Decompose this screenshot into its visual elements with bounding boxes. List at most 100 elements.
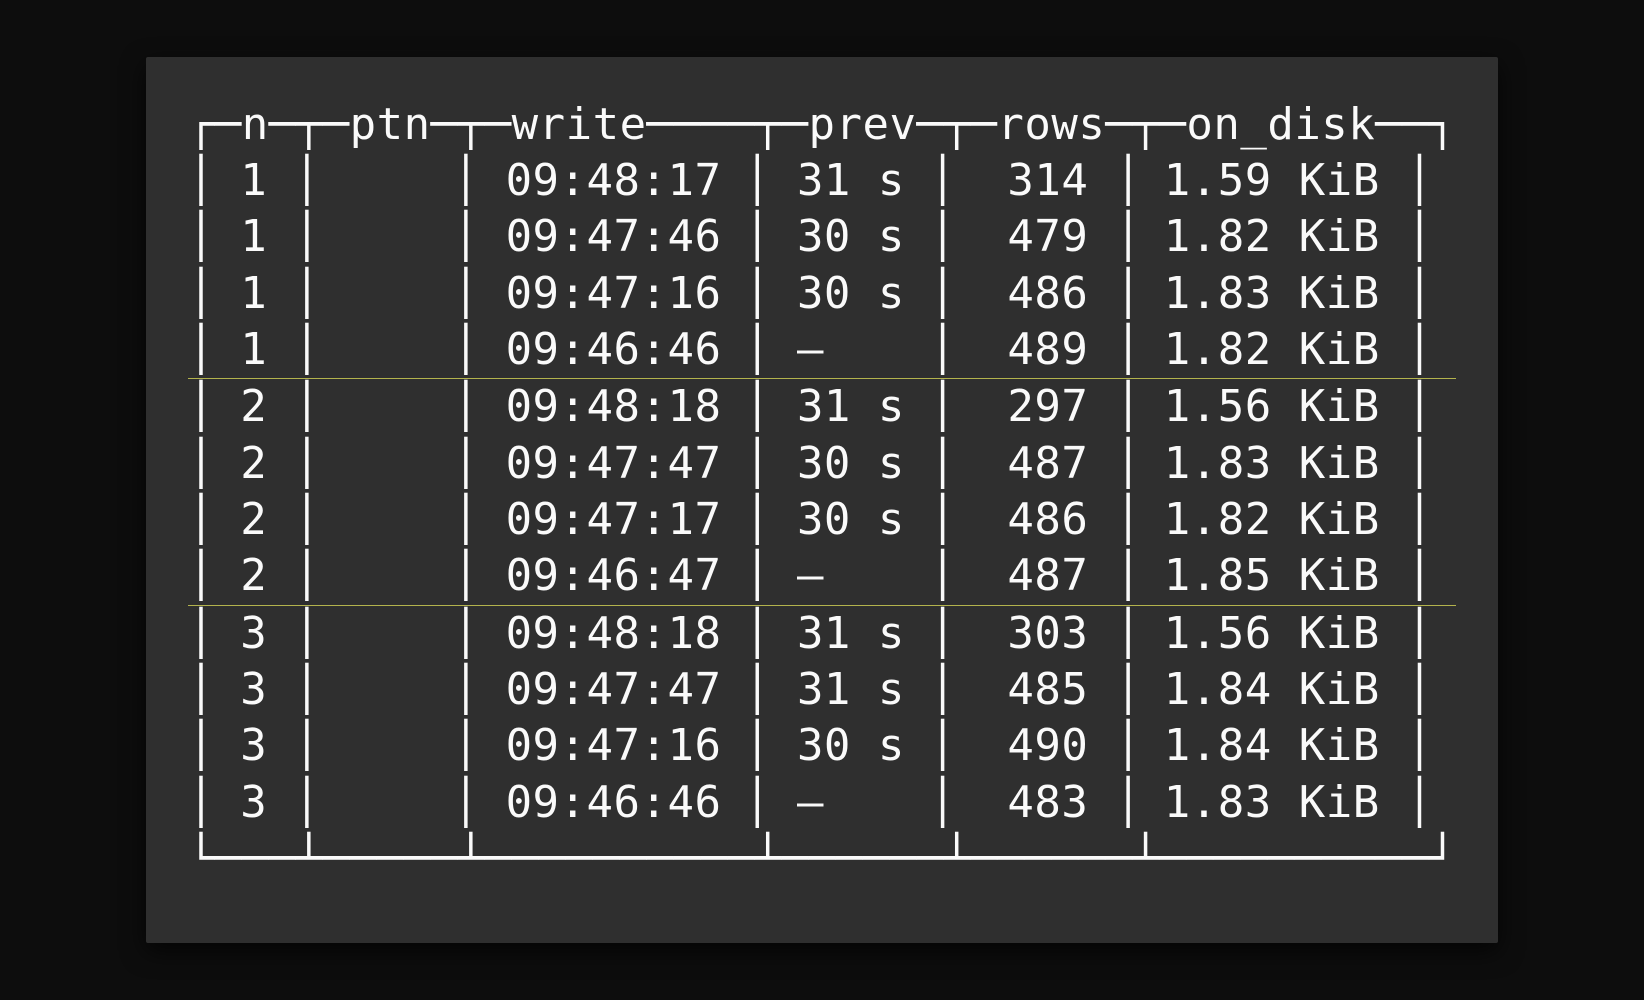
cell-rows: 487 — [956, 548, 1115, 604]
column-divider: │ — [294, 606, 320, 662]
cell-rows: 314 — [956, 153, 1115, 209]
cell-n: 1 — [214, 266, 293, 322]
column-divider: │ — [929, 606, 955, 662]
cell-write: 09:48:18 — [479, 379, 744, 435]
cell-rows: 487 — [956, 436, 1115, 492]
column-divider: │ — [1406, 492, 1432, 548]
column-divider: │ — [453, 775, 479, 831]
cell-rows: 479 — [956, 209, 1115, 265]
column-divider: │ — [1406, 775, 1432, 831]
column-divider: │ — [929, 718, 955, 774]
column-divider: │ — [188, 209, 214, 265]
cell-on_disk: 1.84 KiB — [1141, 662, 1406, 718]
column-divider: │ — [929, 379, 955, 435]
cell-rows: 303 — [956, 606, 1115, 662]
column-divider: │ — [744, 492, 770, 548]
cell-on_disk: 1.82 KiB — [1141, 492, 1406, 548]
column-divider: │ — [744, 266, 770, 322]
column-divider: │ — [1115, 209, 1141, 265]
cell-on_disk: 1.83 KiB — [1141, 266, 1406, 322]
table-row: │1││09:46:46│—│489│1.82 KiB│ — [188, 322, 1457, 378]
cell-prev: 30 s — [770, 492, 929, 548]
table-row: │1││09:47:46│30 s│479│1.82 KiB│ — [188, 209, 1457, 265]
cell-rows: 486 — [956, 266, 1115, 322]
column-divider: │ — [929, 322, 955, 378]
table-row: │2││09:47:17│30 s│486│1.82 KiB│ — [188, 492, 1457, 548]
cell-rows: 483 — [956, 775, 1115, 831]
data-table: ┌─n─┬─ptn─┬─write────┬─prev─┬─rows─┬─on_… — [188, 97, 1457, 887]
terminal-panel[interactable]: ┌─n─┬─ptn─┬─write────┬─prev─┬─rows─┬─on_… — [146, 57, 1499, 943]
column-divider: │ — [453, 548, 479, 604]
column-divider: │ — [929, 436, 955, 492]
column-divider: │ — [1406, 718, 1432, 774]
table-row: │2││09:46:47│—│487│1.85 KiB│ — [188, 548, 1457, 604]
column-divider: │ — [294, 492, 320, 548]
table-row: │3││09:48:18│31 s│303│1.56 KiB│ — [188, 606, 1457, 662]
cell-write: 09:48:18 — [479, 606, 744, 662]
column-divider: │ — [744, 322, 770, 378]
group-divider — [188, 378, 1457, 379]
column-divider: │ — [1406, 153, 1432, 209]
cell-on_disk: 1.84 KiB — [1141, 718, 1406, 774]
cell-rows: 486 — [956, 492, 1115, 548]
column-divider: │ — [1115, 662, 1141, 718]
column-divider: │ — [929, 266, 955, 322]
column-divider: │ — [744, 606, 770, 662]
column-divider: │ — [929, 775, 955, 831]
column-divider: │ — [1115, 436, 1141, 492]
column-divider: │ — [1115, 548, 1141, 604]
cell-prev: 31 s — [770, 379, 929, 435]
cell-write: 09:47:47 — [479, 662, 744, 718]
column-divider: │ — [294, 266, 320, 322]
column-divider: │ — [1115, 266, 1141, 322]
column-divider: │ — [294, 662, 320, 718]
column-divider: │ — [1406, 379, 1432, 435]
column-divider: │ — [929, 492, 955, 548]
cell-prev: 30 s — [770, 266, 929, 322]
cell-on_disk: 1.83 KiB — [1141, 775, 1406, 831]
cell-n: 2 — [214, 492, 293, 548]
cell-n: 2 — [214, 379, 293, 435]
table-header-rule: ┌─n─┬─ptn─┬─write────┬─prev─┬─rows─┬─on_… — [188, 97, 1457, 153]
cell-on_disk: 1.82 KiB — [1141, 322, 1406, 378]
column-divider: │ — [188, 266, 214, 322]
cell-rows: 485 — [956, 662, 1115, 718]
column-divider: │ — [294, 379, 320, 435]
column-divider: │ — [744, 379, 770, 435]
cell-rows: 490 — [956, 718, 1115, 774]
column-divider: │ — [1406, 548, 1432, 604]
column-divider: │ — [744, 775, 770, 831]
cell-write: 09:46:46 — [479, 322, 744, 378]
table-row: │2││09:48:18│31 s│297│1.56 KiB│ — [188, 379, 1457, 435]
column-divider: │ — [188, 775, 214, 831]
cell-n: 1 — [214, 322, 293, 378]
column-divider: │ — [294, 209, 320, 265]
column-divider: │ — [294, 153, 320, 209]
cell-n: 2 — [214, 436, 293, 492]
column-divider: │ — [453, 436, 479, 492]
cell-prev: 31 s — [770, 662, 929, 718]
cell-on_disk: 1.59 KiB — [1141, 153, 1406, 209]
cell-n: 1 — [214, 209, 293, 265]
column-divider: │ — [294, 436, 320, 492]
cell-prev: — — [770, 548, 929, 604]
column-divider: │ — [294, 718, 320, 774]
column-divider: │ — [929, 209, 955, 265]
column-divider: │ — [744, 662, 770, 718]
cell-on_disk: 1.85 KiB — [1141, 548, 1406, 604]
cell-write: 09:47:17 — [479, 492, 744, 548]
column-divider: │ — [453, 322, 479, 378]
cell-on_disk: 1.56 KiB — [1141, 606, 1406, 662]
column-divider: │ — [744, 153, 770, 209]
column-divider: │ — [744, 209, 770, 265]
column-divider: │ — [744, 548, 770, 604]
column-divider: │ — [294, 548, 320, 604]
column-divider: │ — [188, 153, 214, 209]
table-row: │1││09:47:16│30 s│486│1.83 KiB│ — [188, 266, 1457, 322]
cell-write: 09:47:47 — [479, 436, 744, 492]
column-divider: │ — [1406, 662, 1432, 718]
column-divider: │ — [188, 718, 214, 774]
cell-prev: — — [770, 775, 929, 831]
column-divider: │ — [1406, 606, 1432, 662]
cell-prev: 30 s — [770, 209, 929, 265]
